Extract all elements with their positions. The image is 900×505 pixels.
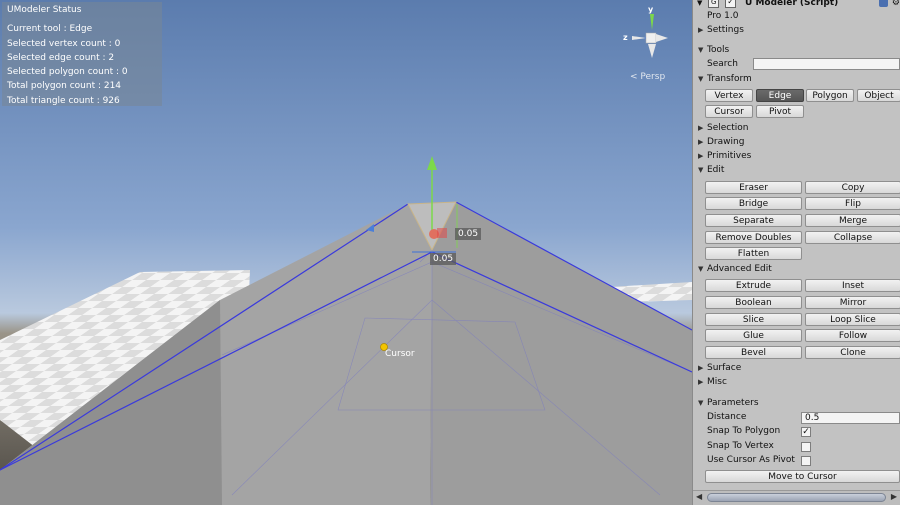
loop-slice-button[interactable]: Loop Slice [805,313,900,326]
move-to-cursor-button[interactable]: Move to Cursor [705,470,900,483]
collapsed-arrow-icon: ▶ [698,378,704,386]
slice-button[interactable]: Slice [705,313,802,326]
expanded-arrow-icon: ▼ [698,399,704,407]
collapsed-arrow-icon: ▶ [698,138,704,146]
bevel-button[interactable]: Bevel [705,346,802,359]
snap-vertex-label: Snap To Vertex [707,441,774,451]
foldout-settings[interactable]: ▶ Settings [693,24,900,37]
pivot-button[interactable]: Pivot [756,105,804,118]
remove-doubles-button[interactable]: Remove Doubles [705,231,802,244]
persp-label[interactable]: < Persp [630,72,665,82]
collapsed-arrow-icon: ▶ [698,364,704,372]
inset-button[interactable]: Inset [805,279,900,292]
status-current-tool: Current tool : Edge [7,24,93,35]
status-selected-vertex: Selected vertex count : 0 [7,38,121,49]
foldout-arrow-icon[interactable]: ▼ [697,0,702,7]
status-title: UModeler Status [7,5,82,15]
collapsed-arrow-icon: ▶ [698,124,704,132]
foldout-tools[interactable]: ▼ Tools [693,44,900,57]
bridge-button[interactable]: Bridge [705,197,802,210]
foldout-misc[interactable]: ▶ Misc [693,376,900,389]
foldout-primitives[interactable]: ▶ Primitives [693,150,900,163]
x-plane-handle[interactable] [437,228,447,238]
distance-input[interactable]: 0.5 [801,412,900,424]
scroll-right-icon[interactable]: ▶ [891,492,897,501]
glue-button[interactable]: Glue [705,329,802,342]
foldout-parameters[interactable]: ▼ Parameters [693,397,900,410]
snap-polygon-label: Snap To Polygon [707,426,781,436]
eraser-button[interactable]: Eraser [705,181,802,194]
mirror-button[interactable]: Mirror [805,296,900,309]
scrollbar-thumb[interactable] [707,493,886,502]
expanded-arrow-icon: ▼ [698,46,704,54]
snap-vertex-checkbox[interactable] [801,442,811,452]
status-total-polygon: Total polygon count : 214 [7,81,122,92]
measure-horizontal-label: 0.05 [430,253,457,265]
expanded-arrow-icon: ▼ [698,166,704,174]
search-input[interactable] [753,58,900,70]
edge-button[interactable]: Edge [756,89,804,102]
foldout-edit[interactable]: ▼ Edit [693,164,900,177]
vertex-button[interactable]: Vertex [705,89,753,102]
cursor-label: Cursor [385,349,415,359]
component-title: U Modeler (Script) [745,0,839,8]
enable-checkbox[interactable]: ✓ [725,0,737,8]
flip-button[interactable]: Flip [805,197,900,210]
version-label: Pro 1.0 [707,11,739,21]
foldout-advanced-edit[interactable]: ▼ Advanced Edit [693,263,900,276]
gear-icon[interactable]: ⚙ [892,0,900,10]
collapsed-arrow-icon: ▶ [698,152,704,160]
component-header[interactable]: ▼ G ✓ U Modeler (Script) ⚙ [693,0,900,10]
clone-button[interactable]: Clone [805,346,900,359]
status-total-triangle: Total triangle count : 926 [7,95,120,106]
boolean-button[interactable]: Boolean [705,296,802,309]
horizontal-scrollbar[interactable]: ◀ ▶ [693,490,900,505]
foldout-surface[interactable]: ▶ Surface [693,362,900,375]
follow-button[interactable]: Follow [805,329,900,342]
inspector-panel: ▼ G ✓ U Modeler (Script) ⚙ Pro 1.0 ▶ Sett… [692,0,900,505]
status-selected-edge: Selected edge count : 2 [7,52,115,63]
use-cursor-pivot-label: Use Cursor As Pivot [707,455,795,465]
expanded-arrow-icon: ▼ [698,75,704,83]
polygon-button[interactable]: Polygon [806,89,854,102]
use-cursor-pivot-checkbox[interactable] [801,456,811,466]
help-icon[interactable] [879,0,888,7]
gizmo-z-label: z [623,33,628,42]
persp-text: Persp [640,72,666,82]
gizmo-y-label: y [648,5,654,14]
scroll-left-icon[interactable]: ◀ [696,492,702,501]
merge-button[interactable]: Merge [805,214,900,227]
umodeler-status-panel: UModeler Status Current tool : Edge Sele… [2,2,162,106]
foldout-selection[interactable]: ▶ Selection [693,122,900,135]
script-icon: G [708,0,720,8]
extrude-button[interactable]: Extrude [705,279,802,292]
separate-button[interactable]: Separate [705,214,802,227]
foldout-transform[interactable]: ▼ Transform [693,73,900,86]
copy-button[interactable]: Copy [805,181,900,194]
collapse-button[interactable]: Collapse [805,231,900,244]
collapsed-arrow-icon: ▶ [698,26,704,34]
expanded-arrow-icon: ▼ [698,265,704,273]
snap-polygon-checkbox[interactable]: ✓ [801,427,811,437]
object-button[interactable]: Object [857,89,900,102]
scene-viewport[interactable]: UModeler Status Current tool : Edge Sele… [0,0,692,505]
cursor-button[interactable]: Cursor [705,105,753,118]
foldout-drawing[interactable]: ▶ Drawing [693,136,900,149]
status-selected-polygon: Selected polygon count : 0 [7,67,128,78]
flatten-button[interactable]: Flatten [705,247,802,260]
measure-vertical-label: 0.05 [455,228,482,240]
